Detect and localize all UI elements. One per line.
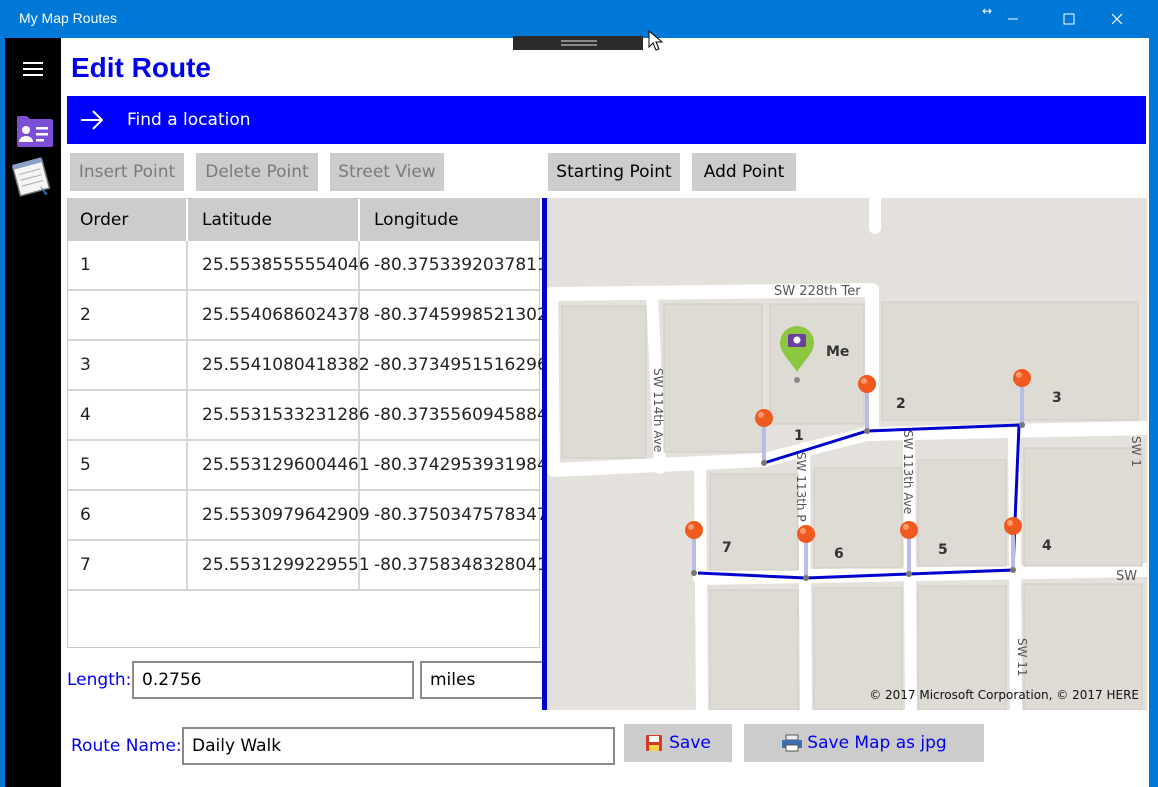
search-placeholder: Find a location [127,110,251,130]
table-row[interactable]: 4 25.5531533231286 -80.3735560945884 [68,391,548,441]
street-label: SW 11 [1015,638,1029,677]
street-label: SW 228th Ter [774,284,861,299]
minimize-button[interactable] [990,0,1036,38]
table-row[interactable]: 5 25.5531296004461 -80.3742953931984 [68,441,548,491]
cell-longitude: -80.3742953931984 [374,455,548,475]
table-row[interactable]: 2 25.5540686024378 -80.3745998521302 [68,291,548,341]
cell-longitude: -80.3734951516296 [374,355,548,375]
street-view-button[interactable]: Street View [330,153,444,191]
save-map-button[interactable]: Save Map as jpg [744,724,984,762]
route-point-label: 2 [896,396,906,412]
cell-latitude: 25.5538555554046 [190,241,370,289]
cell-order: 1 [68,241,188,289]
route-point-label: 4 [1042,538,1052,554]
map-splitter[interactable] [542,198,547,710]
route-name-label: Route Name: [71,736,182,756]
table-row[interactable]: 3 25.5541080418382 -80.3734951516296 [68,341,548,391]
app-window: My Map Routes ↔ Edit Route Find a locati… [0,0,1158,787]
route-point-label: 3 [1052,390,1062,406]
arrow-right-icon [81,110,104,130]
starting-point-button[interactable]: Starting Point [548,153,680,191]
map-view[interactable]: SW 228th Ter SW 114th Ave SW 113th P SW … [542,198,1147,710]
hamburger-menu-icon[interactable] [23,62,43,80]
title-bar[interactable]: My Map Routes ↔ [0,0,1158,38]
printer-icon [782,734,803,752]
cell-order: 3 [68,341,188,389]
column-header-longitude[interactable]: Longitude [362,199,539,241]
cell-longitude: -80.3745998521302 [374,305,548,325]
close-icon [1111,13,1123,25]
main-content: Edit Route Find a location Insert Point … [61,38,1149,787]
location-search-bar[interactable]: Find a location [67,96,1146,144]
contact-card-icon[interactable] [13,114,55,148]
me-label: Me [826,344,849,360]
save-button[interactable]: Save [624,724,732,762]
minimize-icon [1008,18,1018,20]
street-label: SW [1116,569,1137,584]
page-title: Edit Route [71,52,211,83]
notepad-icon[interactable] [10,156,56,198]
cell-latitude: 25.5531533231286 [190,391,370,439]
cell-longitude: -80.3750347578347 [374,505,548,525]
route-point-label: 1 [794,428,804,444]
street-label: SW 113th Ave [901,430,915,514]
mouse-cursor-icon [648,30,664,51]
table-header: Order Latitude Longitude [68,199,539,241]
window-title: My Map Routes [19,10,118,26]
route-point-label: 6 [834,546,844,562]
add-point-button[interactable]: Add Point [692,153,796,191]
cell-latitude: 25.5531299229551 [190,541,370,589]
maximize-button[interactable] [1046,0,1092,38]
column-header-order[interactable]: Order [68,199,188,241]
maximize-icon [1063,13,1075,25]
split-drag-handle[interactable] [513,36,643,50]
route-points-table: Order Latitude Longitude 1 25.5538555554… [67,198,548,648]
length-unit-select[interactable]: miles [420,661,542,699]
map-copyright: © 2017 Microsoft Corporation, © 2017 HER… [869,688,1139,702]
cell-latitude: 25.5541080418382 [190,341,370,389]
close-button[interactable] [1094,0,1140,38]
street-label: SW 113th P [794,452,808,522]
cell-longitude: -80.3758348328041 [374,555,548,575]
cell-longitude: -80.3735560945884 [374,405,548,425]
table-row[interactable]: 7 25.5531299229551 -80.3758348328041 [68,541,548,591]
cell-order: 2 [68,291,188,339]
cell-order: 4 [68,391,188,439]
insert-point-button[interactable]: Insert Point [70,153,184,191]
cell-order: 6 [68,491,188,539]
cell-order: 7 [68,541,188,589]
save-map-label: Save Map as jpg [807,733,947,753]
cell-longitude: -80.3753392037811 [374,255,548,275]
length-field[interactable]: 0.2756 [132,661,414,699]
table-row[interactable]: 6 25.5530979642909 -80.3750347578347 [68,491,548,541]
table-row[interactable]: 1 25.5538555554046 -80.3753392037811 [68,241,548,291]
street-label: SW 1 [1129,436,1143,467]
route-point-label: 7 [722,540,732,556]
cell-latitude: 25.5531296004461 [190,441,370,489]
map-canvas[interactable]: SW 228th Ter SW 114th Ave SW 113th P SW … [542,198,1147,710]
navigation-rail [5,38,61,787]
cell-latitude: 25.5530979642909 [190,491,370,539]
delete-point-button[interactable]: Delete Point [196,153,318,191]
length-label: Length: [67,670,132,690]
route-name-input[interactable]: Daily Walk [182,727,615,765]
floppy-disk-icon [646,735,663,751]
cell-latitude: 25.5540686024378 [190,291,370,339]
route-point-label: 5 [938,542,948,558]
save-label: Save [669,733,711,753]
cell-order: 5 [68,441,188,489]
column-header-latitude[interactable]: Latitude [190,199,360,241]
street-label: SW 114th Ave [651,368,665,452]
